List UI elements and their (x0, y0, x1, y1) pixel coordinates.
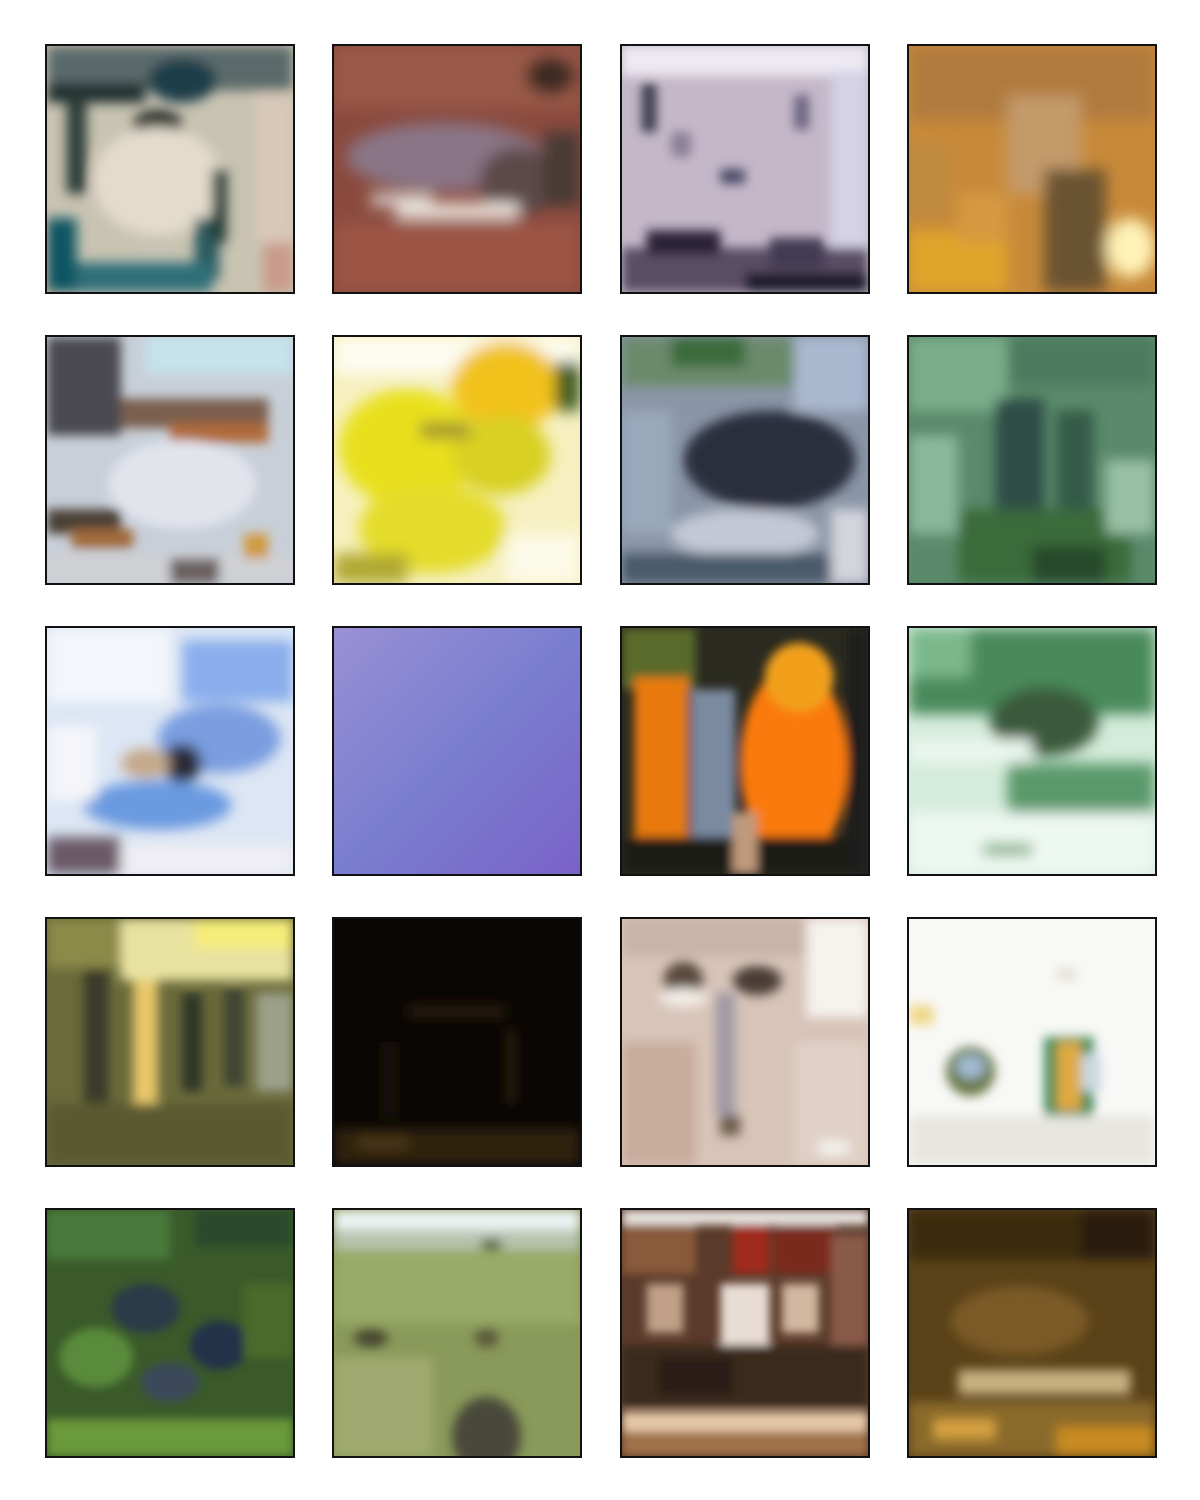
image-tile (332, 44, 582, 294)
image-tile (45, 626, 295, 876)
image-tile (45, 917, 295, 1167)
sample-image (47, 46, 293, 292)
sample-image (622, 337, 868, 583)
image-tile (907, 1208, 1157, 1458)
image-tile (620, 1208, 870, 1458)
sample-image (334, 1210, 580, 1456)
sample-image (909, 919, 1155, 1165)
image-tile (332, 335, 582, 585)
image-tile (907, 626, 1157, 876)
image-tile (620, 44, 870, 294)
sample-image (622, 1210, 868, 1456)
sample-image (47, 628, 293, 874)
sample-image (47, 1210, 293, 1456)
sample-image (334, 919, 580, 1165)
sample-image (909, 46, 1155, 292)
sample-image (334, 628, 580, 874)
image-tile (332, 626, 582, 876)
image-tile (45, 44, 295, 294)
image-tile (45, 335, 295, 585)
image-tile (620, 335, 870, 585)
image-tile (907, 917, 1157, 1167)
sample-image (909, 337, 1155, 583)
sample-image (622, 919, 868, 1165)
image-tile (620, 626, 870, 876)
sample-image (622, 46, 868, 292)
sample-image (334, 46, 580, 292)
sample-image (909, 1210, 1155, 1456)
sample-image (622, 628, 868, 874)
image-grid (0, 0, 1200, 1500)
image-tile (45, 1208, 295, 1458)
image-tile (332, 917, 582, 1167)
sample-image (47, 337, 293, 583)
sample-image (47, 919, 293, 1165)
image-tile (332, 1208, 582, 1458)
image-tile (620, 917, 870, 1167)
image-tile (907, 335, 1157, 585)
sample-image (909, 628, 1155, 874)
image-tile (907, 44, 1157, 294)
sample-image (334, 337, 580, 583)
